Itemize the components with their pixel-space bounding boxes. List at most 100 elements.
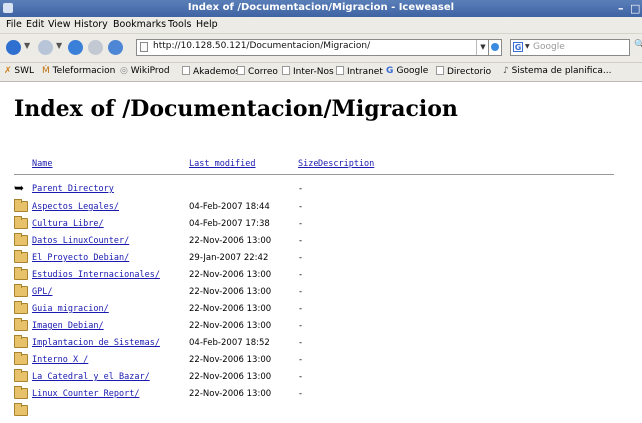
- reload-button[interactable]: [68, 40, 83, 55]
- bookmark-google[interactable]: G Google: [386, 66, 428, 76]
- folder-icon: [14, 250, 28, 263]
- back-icon: ➥: [14, 181, 25, 195]
- table-row: Imagen_Debian/ 22-Nov-2006 13:00 -: [14, 318, 634, 336]
- menu-view[interactable]: View: [48, 19, 71, 30]
- file-link[interactable]: Guia_migracion/: [32, 304, 109, 314]
- file-size: -: [299, 184, 303, 194]
- stop-button[interactable]: [88, 40, 103, 55]
- file-size: -: [299, 321, 303, 331]
- window-title: Index of /Documentacion/Migracion - Icew…: [187, 2, 455, 13]
- menu-bookmarks[interactable]: Bookmarks: [113, 19, 166, 30]
- bookmarks-toolbar: ✗ SWL Ṁ Teleformacion ◎ WikiProd Akademo…: [0, 63, 642, 82]
- page-content: Index of /Documentacion/Migracion Name L…: [0, 82, 642, 423]
- page-icon: [182, 66, 190, 75]
- navigation-toolbar: ▼ ▼ http://10.128.50.121/Documentacion/M…: [0, 34, 642, 63]
- file-link[interactable]: Interno_X_/: [32, 355, 88, 365]
- bookmark-intranet[interactable]: Intranet: [336, 66, 383, 77]
- bookmark-wikiprod[interactable]: ◎ WikiProd: [120, 66, 170, 76]
- google-icon: G: [386, 66, 397, 76]
- file-date: 22-Nov-2006 13:00: [189, 372, 272, 382]
- file-link[interactable]: La_Catedral_y_el_Bazar/: [32, 372, 150, 382]
- menu-edit[interactable]: Edit: [26, 19, 44, 30]
- bookmark-sistema-de-planificacion[interactable]: ♪ Sistema de planifica...: [503, 66, 611, 76]
- menu-help[interactable]: Help: [196, 19, 218, 30]
- home-button[interactable]: [108, 40, 123, 55]
- menu-file[interactable]: File: [6, 19, 22, 30]
- file-link[interactable]: El_Proyecto_Debian/: [32, 253, 129, 263]
- file-date: 22-Nov-2006 13:00: [189, 389, 272, 399]
- maximize-icon[interactable]: □: [630, 2, 640, 15]
- file-link[interactable]: Parent Directory: [32, 184, 114, 194]
- column-header-description[interactable]: Description: [318, 159, 374, 169]
- forward-button[interactable]: [38, 40, 53, 55]
- file-link[interactable]: Imagen_Debian/: [32, 321, 104, 331]
- file-date: 04-Feb-2007 18:52: [189, 338, 270, 348]
- file-link[interactable]: Cultura_Libre/: [32, 219, 104, 229]
- file-link[interactable]: Aspectos_Legales/: [32, 202, 119, 212]
- folder-icon: [14, 318, 28, 331]
- file-link[interactable]: GPL/: [32, 287, 52, 297]
- file-link[interactable]: Estudios_Internacionales/: [32, 270, 160, 280]
- file-date: 22-Nov-2006 13:00: [189, 270, 272, 280]
- teleformacion-icon: Ṁ: [42, 66, 53, 76]
- bookmark-correo[interactable]: Correo: [237, 66, 278, 77]
- file-size: -: [299, 236, 303, 246]
- google-icon[interactable]: G: [513, 42, 523, 52]
- file-size: -: [299, 202, 303, 212]
- table-row: Linux_Counter_Report/ 22-Nov-2006 13:00 …: [14, 386, 634, 404]
- bookmark-swl[interactable]: ✗ SWL: [4, 66, 34, 76]
- table-row: El_Proyecto_Debian/ 29-Jan-2007 22:42 -: [14, 250, 634, 268]
- folder-icon: [14, 216, 28, 229]
- page-icon: [282, 66, 290, 75]
- menu-history[interactable]: History: [74, 19, 108, 30]
- file-size: -: [299, 355, 303, 365]
- minimize-icon[interactable]: –: [618, 2, 624, 15]
- bookmark-akademos[interactable]: Akademos: [182, 66, 240, 77]
- file-date: 22-Nov-2006 13:00: [189, 304, 272, 314]
- back-button[interactable]: [6, 40, 21, 55]
- table-row: ➥ Parent Directory -: [14, 182, 634, 199]
- file-date: 22-Nov-2006 13:00: [189, 355, 272, 365]
- folder-icon: [14, 284, 28, 297]
- file-date: 04-Feb-2007 17:38: [189, 219, 270, 229]
- folder-icon: [14, 301, 28, 314]
- header-divider: [14, 174, 614, 175]
- search-engine-dropdown-icon[interactable]: ▼: [525, 43, 530, 50]
- column-header-name[interactable]: Name: [32, 159, 52, 169]
- bookmark-directorio[interactable]: Directorio: [436, 66, 491, 77]
- table-row: [14, 403, 634, 421]
- url-bar[interactable]: http://10.128.50.121/Documentacion/Migra…: [136, 39, 490, 56]
- window-titlebar: Index of /Documentacion/Migracion - Icew…: [0, 0, 642, 17]
- menu-tools[interactable]: Tools: [168, 19, 191, 30]
- go-button[interactable]: [488, 39, 502, 56]
- table-row: GPL/ 22-Nov-2006 13:00 -: [14, 284, 634, 302]
- file-link[interactable]: Linux_Counter_Report/: [32, 389, 139, 399]
- folder-icon: [14, 352, 28, 365]
- file-date: 22-Nov-2006 13:00: [189, 236, 272, 246]
- folder-icon: [14, 403, 28, 416]
- column-header-size[interactable]: Size: [298, 159, 318, 169]
- folder-icon: [14, 369, 28, 382]
- page-icon: [237, 66, 245, 75]
- file-date: 29-Jan-2007 22:42: [189, 253, 269, 263]
- forward-dropdown-icon[interactable]: ▼: [56, 41, 62, 50]
- table-row: Estudios_Internacionales/ 22-Nov-2006 13…: [14, 267, 634, 285]
- bookmark-teleformacion[interactable]: Ṁ Teleformacion: [42, 66, 115, 76]
- file-size: -: [299, 338, 303, 348]
- table-row: Implantacion_de_Sistemas/ 04-Feb-2007 18…: [14, 335, 634, 353]
- wikiprod-icon: ◎: [120, 66, 131, 76]
- search-placeholder[interactable]: Google: [533, 42, 565, 52]
- back-dropdown-icon[interactable]: ▼: [24, 41, 30, 50]
- file-size: -: [299, 219, 303, 229]
- page-icon: [140, 42, 148, 52]
- url-text[interactable]: http://10.128.50.121/Documentacion/Migra…: [153, 41, 370, 51]
- search-box[interactable]: G ▼ Google: [510, 39, 630, 56]
- folder-icon: [14, 199, 28, 212]
- table-row: Interno_X_/ 22-Nov-2006 13:00 -: [14, 352, 634, 370]
- file-link[interactable]: Implantacion_de_Sistemas/: [32, 338, 160, 348]
- file-link[interactable]: Datos_LinuxCounter/: [32, 236, 129, 246]
- file-date: 04-Feb-2007 18:44: [189, 202, 270, 212]
- bookmark-inter-nos[interactable]: Inter-Nos: [282, 66, 334, 77]
- column-header-last-modified[interactable]: Last modified: [189, 159, 256, 169]
- search-go-icon[interactable]: 🔍: [634, 40, 642, 50]
